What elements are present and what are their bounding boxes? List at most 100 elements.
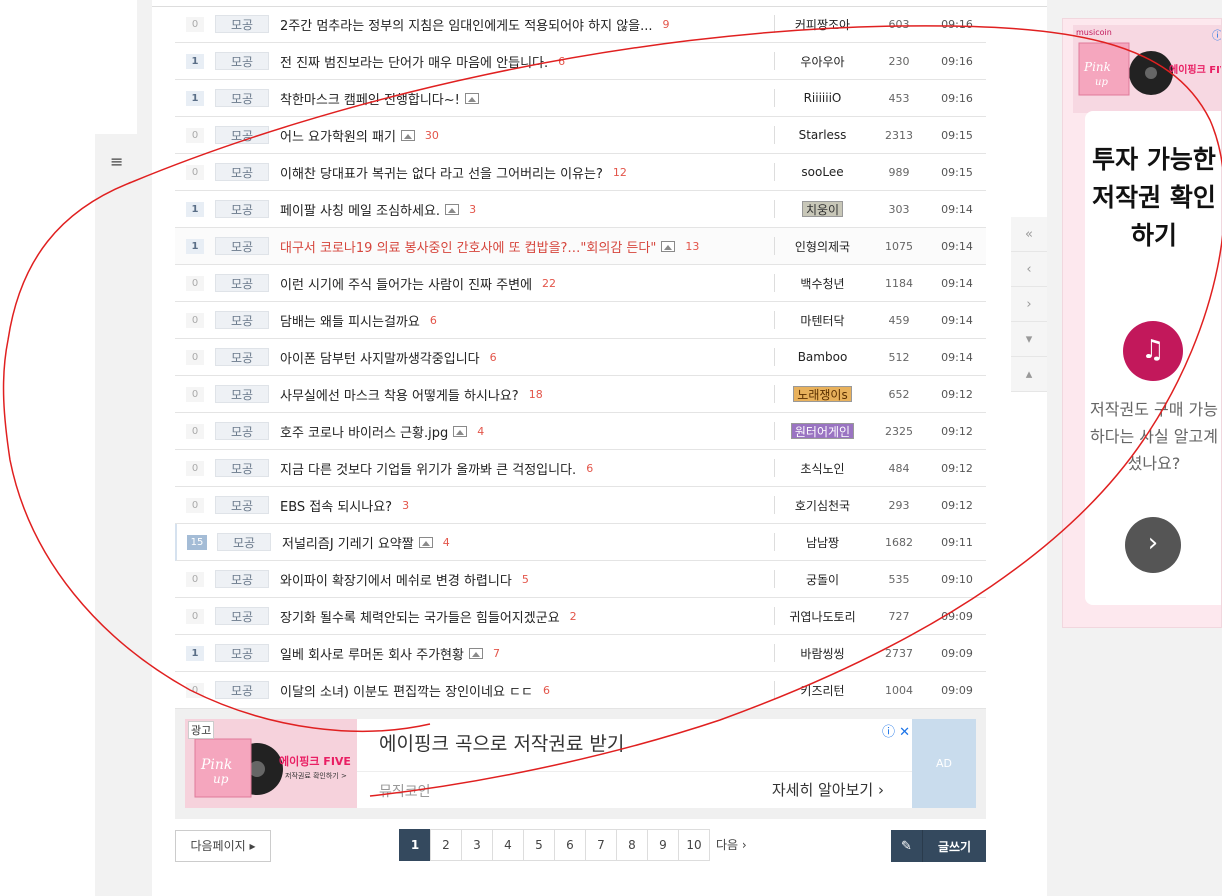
right-ad-thumbnail[interactable]: Pink up musicoin 에이핑크 FIVE ⓘ — [1073, 25, 1221, 113]
category-badge[interactable]: 모공 — [215, 126, 269, 144]
table-row[interactable]: 0 모공 장기화 될수록 체력안되는 국가들은 힘들어지겠군요 2 귀엽나도토리 727 0… — [175, 598, 986, 635]
table-row[interactable]: 0 모공 호주 코로나 바이러스 근황.jpg 4 원터어게인 2325 09:12 — [175, 413, 986, 450]
author-nickname[interactable]: 바람씽씽 — [775, 645, 870, 662]
right-ad-go-button[interactable]: › — [1125, 517, 1181, 573]
category-badge[interactable]: 모공 — [215, 348, 269, 366]
author-nickname[interactable]: 인형의제국 — [775, 238, 870, 255]
category-badge[interactable]: 모공 — [215, 163, 269, 181]
post-title-link[interactable]: EBS 접속 되시나요? 3 — [280, 496, 774, 515]
author-nickname[interactable]: 우아우아 — [775, 53, 870, 70]
page-link[interactable]: 6 — [554, 829, 586, 861]
category-badge[interactable]: 모공 — [215, 15, 269, 33]
author-nickname[interactable]: 노래쟁이s — [775, 386, 870, 402]
author-nickname[interactable]: 치웅이 — [775, 201, 870, 217]
page-link[interactable]: 7 — [585, 829, 617, 861]
double-chevron-left-icon[interactable]: « — [1011, 217, 1047, 252]
comment-count[interactable]: 3 — [402, 499, 409, 512]
table-row[interactable]: 0 모공 사무실에선 마스크 착용 어떻게들 하시나요? 18 노래쟁이s 652 09:1… — [175, 376, 986, 413]
comment-count[interactable]: 4 — [477, 425, 484, 438]
author-nickname[interactable]: Starless — [775, 128, 870, 142]
page-link[interactable]: 4 — [492, 829, 524, 861]
author-nickname[interactable]: 마텐터닥 — [775, 312, 870, 329]
ad-headline[interactable]: 에이핑크 곡으로 저작권료 받기 — [379, 729, 624, 756]
author-nickname[interactable]: sooLee — [775, 165, 870, 179]
comment-count[interactable]: 13 — [685, 240, 699, 253]
next-page-button[interactable]: 다음페이지 ▸ — [175, 830, 271, 862]
ad-info-close-icon[interactable]: ⓘ ✕ — [882, 721, 910, 740]
post-title-link[interactable]: 2주간 멈추라는 정부의 지침은 임대인에게도 적용되어야 하지 않을... 9 — [280, 15, 774, 34]
author-nickname[interactable]: 커피짱조아 — [775, 16, 870, 33]
comment-count[interactable]: 7 — [493, 647, 500, 660]
category-badge[interactable]: 모공 — [217, 533, 271, 551]
category-badge[interactable]: 모공 — [215, 274, 269, 292]
comment-count[interactable]: 9 — [663, 18, 670, 31]
category-badge[interactable]: 모공 — [215, 89, 269, 107]
comment-count[interactable]: 5 — [522, 573, 529, 586]
post-title-link[interactable]: 대구서 코로나19 의료 봉사중인 간호사에 또 컵밥을?…"회의감 든다" 13 — [280, 237, 774, 256]
page-link[interactable]: 2 — [430, 829, 462, 861]
page-link[interactable]: 1 — [399, 829, 431, 861]
table-row[interactable]: 0 모공 아이폰 담부턴 사지말까생각중입니다 6 Bamboo 512 09:14 — [175, 339, 986, 376]
author-nickname[interactable]: Bamboo — [775, 350, 870, 364]
comment-count[interactable]: 6 — [543, 684, 550, 697]
table-row[interactable]: 1 모공 일베 회사로 루머돈 회사 주가현황 7 바람씽씽 2737 09:09 — [175, 635, 986, 672]
post-title-link[interactable]: 아이폰 담부턴 사지말까생각중입니다 6 — [280, 348, 774, 367]
ad-thumbnail[interactable]: Pink up 광고 에이핑크 FIVE 저작권료 확인하기 > — [185, 719, 357, 808]
post-title-link[interactable]: 이달의 소녀) 이분도 편집깍는 장인이네요 ㄷㄷ 6 — [280, 681, 774, 700]
post-title-link[interactable]: 지금 다른 것보다 기업들 위기가 올까봐 큰 걱정입니다. 6 — [280, 459, 774, 478]
author-nickname[interactable]: 원터어게인 — [775, 423, 870, 439]
category-badge[interactable]: 모공 — [215, 200, 269, 218]
category-badge[interactable]: 모공 — [215, 422, 269, 440]
table-row[interactable]: 0 모공 지금 다른 것보다 기업들 위기가 올까봐 큰 걱정입니다. 6 초식노인 48… — [175, 450, 986, 487]
post-title-link[interactable]: 저널리즘J 기레기 요약짤 4 — [282, 533, 774, 552]
table-row[interactable]: 1 모공 전 진짜 범진보라는 단어가 매우 마음에 안듭니다. 6 우아우아 230 09… — [175, 43, 986, 80]
category-badge[interactable]: 모공 — [215, 570, 269, 588]
post-title-link[interactable]: 장기화 될수록 체력안되는 국가들은 힘들어지겠군요 2 — [280, 607, 774, 626]
right-side-ad[interactable]: Pink up musicoin 에이핑크 FIVE ⓘ 투자 가능한 저작권 … — [1062, 18, 1222, 628]
table-row[interactable]: 15 모공 저널리즘J 기레기 요약짤 4 남남짱 1682 09:11 — [175, 524, 986, 561]
comment-count[interactable]: 30 — [425, 129, 439, 142]
post-title-link[interactable]: 착한마스크 캠페인 진행합니다~! — [280, 89, 774, 108]
ad-learn-more-link[interactable]: 자세히 알아보기 › — [772, 779, 884, 800]
chevron-left-icon[interactable]: ‹ — [1011, 252, 1047, 287]
comment-count[interactable]: 6 — [430, 314, 437, 327]
comment-count[interactable]: 12 — [613, 166, 627, 179]
page-link[interactable]: 9 — [647, 829, 679, 861]
category-badge[interactable]: 모공 — [215, 607, 269, 625]
page-next-link[interactable]: 다음 › — [716, 829, 747, 861]
table-row[interactable]: 0 모공 와이파이 확장기에서 메쉬로 변경 하렵니다 5 궁돌이 535 09:10 — [175, 561, 986, 598]
post-title-link[interactable]: 페이팔 사칭 메일 조심하세요. 3 — [280, 200, 774, 219]
category-badge[interactable]: 모공 — [215, 52, 269, 70]
comment-count[interactable]: 18 — [529, 388, 543, 401]
comment-count[interactable]: 6 — [586, 462, 593, 475]
category-badge[interactable]: 모공 — [215, 311, 269, 329]
comment-count[interactable]: 4 — [443, 536, 450, 549]
caret-down-icon[interactable]: ▾ — [1011, 322, 1047, 357]
table-row[interactable]: 0 모공 EBS 접속 되시나요? 3 호기심천국 293 09:12 — [175, 487, 986, 524]
comment-count[interactable]: 22 — [542, 277, 556, 290]
hamburger-menu-icon[interactable]: ≡ — [110, 152, 123, 171]
author-nickname[interactable]: 초식노인 — [775, 460, 870, 477]
right-ad-info-icon[interactable]: ⓘ — [1212, 27, 1221, 43]
post-title-link[interactable]: 담배는 왜들 피시는걸까요 6 — [280, 311, 774, 330]
author-nickname[interactable]: 키즈리턴 — [775, 682, 870, 699]
table-row[interactable]: 1 모공 착한마스크 캠페인 진행합니다~! RiiiiiiO 453 09:16 — [175, 80, 986, 117]
table-row[interactable]: 0 모공 2주간 멈추라는 정부의 지침은 임대인에게도 적용되어야 하지 않을..… — [175, 6, 986, 43]
author-nickname[interactable]: 호기심천국 — [775, 497, 870, 514]
comment-count[interactable]: 3 — [469, 203, 476, 216]
post-title-link[interactable]: 일베 회사로 루머돈 회사 주가현황 7 — [280, 644, 774, 663]
post-title-link[interactable]: 이해찬 당대표가 복귀는 없다 라고 선을 그어버리는 이유는? 12 — [280, 163, 774, 182]
category-badge[interactable]: 모공 — [215, 459, 269, 477]
table-row[interactable]: 0 모공 이런 시기에 주식 들어가는 사람이 진짜 주변에 22 백수청년 1184 09… — [175, 265, 986, 302]
ad-card[interactable]: Pink up 광고 에이핑크 FIVE 저작권료 확인하기 > 에이핑크 곡으… — [185, 719, 912, 808]
post-title-link[interactable]: 호주 코로나 바이러스 근황.jpg 4 — [280, 422, 774, 441]
author-nickname[interactable]: 귀엽나도토리 — [775, 608, 870, 625]
comment-count[interactable]: 6 — [558, 55, 565, 68]
table-row[interactable]: 0 모공 이해찬 당대표가 복귀는 없다 라고 선을 그어버리는 이유는? 12 soo… — [175, 154, 986, 191]
category-badge[interactable]: 모공 — [215, 385, 269, 403]
post-title-link[interactable]: 어느 요가학원의 패기 30 — [280, 126, 774, 145]
table-row[interactable]: 0 모공 어느 요가학원의 패기 30 Starless 2313 09:15 — [175, 117, 986, 154]
chevron-right-icon[interactable]: › — [1011, 287, 1047, 322]
table-row[interactable]: 0 모공 이달의 소녀) 이분도 편집깍는 장인이네요 ㄷㄷ 6 키즈리턴 1004 09:… — [175, 672, 986, 709]
author-nickname[interactable]: 궁돌이 — [775, 571, 870, 588]
